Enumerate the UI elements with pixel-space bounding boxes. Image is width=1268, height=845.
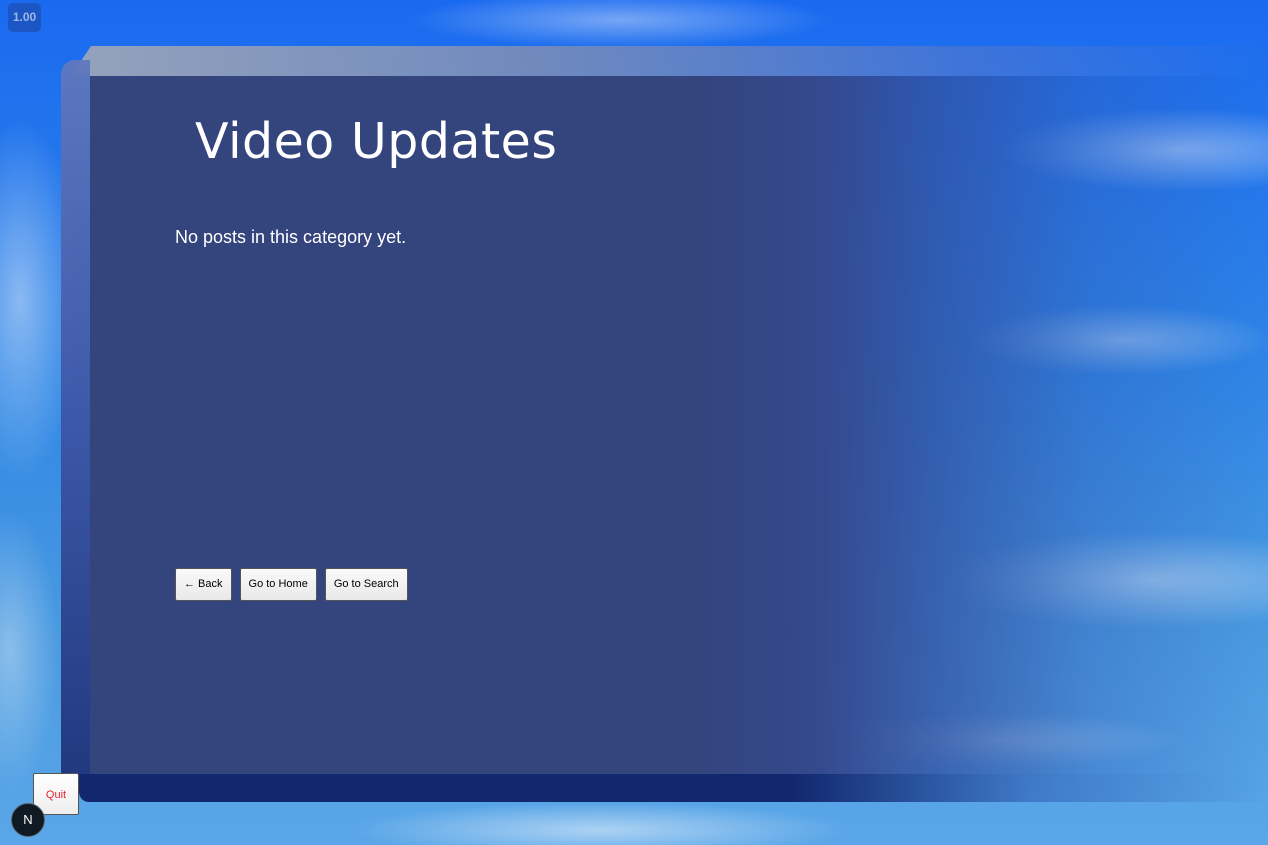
back-button[interactable]: ← Back (175, 568, 232, 601)
panel-bevel-top (71, 46, 1268, 76)
go-to-search-button[interactable]: Go to Search (324, 568, 408, 601)
zoom-indicator: 1.00 (8, 3, 41, 32)
go-to-home-button[interactable]: Go to Home (239, 568, 317, 601)
navigation-button-group: ← Back Go to Home Go to Search (175, 568, 408, 601)
page-title: Video Updates (195, 113, 558, 170)
panel-bevel-left (61, 60, 90, 788)
panel-bevel-bottom (79, 774, 1268, 802)
empty-state-message: No posts in this category yet. (175, 227, 407, 247)
panel-face (90, 76, 1268, 774)
next-logo-icon[interactable]: N (11, 803, 45, 837)
